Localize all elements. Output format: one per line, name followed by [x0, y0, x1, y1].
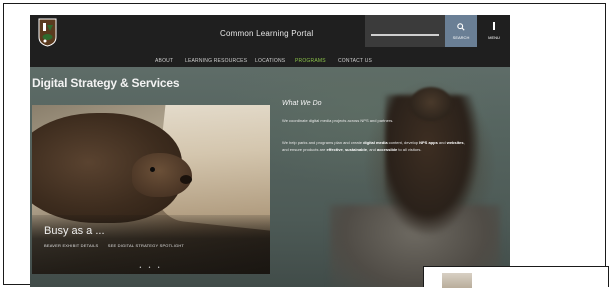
window-thumbnail: [442, 273, 472, 288]
site-header: Common Learning Portal SEARCH MENU: [30, 15, 510, 55]
beaver-nose: [180, 175, 192, 184]
what-we-do-heading: What We Do: [282, 100, 322, 107]
nps-arrowhead-logo[interactable]: [37, 17, 58, 47]
link-digital-media[interactable]: digital media: [363, 140, 387, 145]
search-button[interactable]: SEARCH: [445, 15, 477, 47]
beaver-eye: [150, 167, 155, 172]
search-button-label: SEARCH: [452, 35, 470, 40]
portal-title[interactable]: Common Learning Portal: [220, 29, 313, 38]
paragraph-text: , and: [366, 146, 377, 152]
background-bear-head: [410, 87, 452, 121]
link-effective[interactable]: effective: [326, 147, 342, 152]
feature-link[interactable]: BEAVER EXHIBIT DETAILS: [44, 243, 98, 248]
menu-icon: [493, 22, 495, 30]
nav-item-contact-us[interactable]: CONTACT US: [338, 58, 372, 64]
paragraph-text: to all visitors.: [397, 146, 422, 152]
link-sustainable[interactable]: sustainable: [345, 147, 367, 152]
menu-button[interactable]: MENU: [478, 15, 510, 47]
main-nav: ABOUT LEARNING RESOURCES LOCATIONS PROGR…: [30, 55, 510, 67]
nav-item-programs[interactable]: PROGRAMS: [295, 58, 326, 64]
paragraph-text: content, develop: [387, 140, 420, 145]
nav-item-about[interactable]: ABOUT: [155, 58, 173, 64]
feature-caption: Busy as a ...: [44, 225, 105, 237]
link-nps-apps[interactable]: NPS apps: [419, 140, 438, 145]
paragraph-text: We help parks and programs plan and crea…: [282, 140, 364, 145]
carousel-dots[interactable]: • • •: [32, 265, 270, 271]
search-input-underline[interactable]: [371, 34, 439, 36]
feature-links: BEAVER EXHIBIT DETAILS SEE DIGITAL STRAT…: [44, 243, 192, 248]
menu-button-label: MENU: [488, 35, 500, 40]
feature-card[interactable]: Busy as a ... BEAVER EXHIBIT DETAILS SEE…: [32, 105, 270, 274]
search-icon: [457, 23, 465, 31]
overlapping-window-corner[interactable]: [423, 266, 609, 288]
what-we-do-paragraph-1: We coordinate digital media projects acr…: [282, 118, 394, 123]
page-title: Digital Strategy & Services: [32, 76, 180, 90]
search-field[interactable]: [365, 15, 445, 47]
link-accessible[interactable]: accessible: [377, 147, 397, 152]
feature-link[interactable]: SEE DIGITAL STRATEGY SPOTLIGHT: [108, 243, 184, 248]
nav-item-locations[interactable]: LOCATIONS: [255, 58, 285, 64]
link-websites[interactable]: websites: [447, 140, 464, 145]
nav-item-learning-resources[interactable]: LEARNING RESOURCES: [185, 58, 247, 64]
paragraph-text: and: [437, 140, 447, 145]
what-we-do-paragraph-2: We help parks and programs plan and crea…: [282, 140, 472, 153]
